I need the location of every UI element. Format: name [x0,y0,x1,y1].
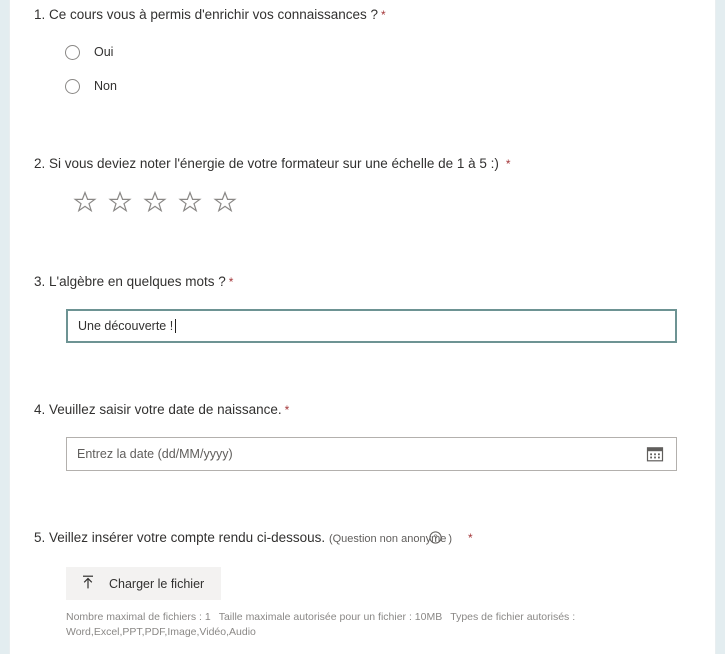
question-4: 4. Veuillez saisir votre date de naissan… [10,401,715,471]
upload-arrow-icon [80,574,96,593]
upload-constraint-max-files: Nombre maximal de fichiers : 1 [66,611,211,623]
upload-constraint-types-value: Word,Excel,PPT,PDF,Image,Vidéo,Audio [66,626,256,638]
question-1-text: Ce cours vous à permis d'enrichir vos co… [49,7,379,22]
question-5-upload-wrap: Charger le fichier [10,567,715,600]
date-input[interactable]: Entrez la date (dd/MM/yyyy) [66,437,677,471]
radio-label-non: Non [94,79,117,93]
radio-option-oui[interactable]: Oui [65,38,715,66]
date-input-placeholder: Entrez la date (dd/MM/yyyy) [77,447,233,461]
question-5-subnote-suffix: ) [448,533,453,545]
question-2: 2. Si vous deviez noter l'énergie de vot… [10,155,715,214]
radio-icon-oui[interactable] [65,44,80,60]
question-3-required-marker: * [228,275,234,289]
upload-file-button-label: Charger le fichier [109,576,205,591]
question-3: 3. L'algèbre en quelques mots ? * Une déc… [10,273,715,343]
question-1-number: 1. [34,7,46,22]
question-1-title: 1. Ce cours vous à permis d'enrichir vos… [10,6,715,24]
question-4-title: 4. Veuillez saisir votre date de naissan… [10,401,715,419]
upload-constraints: Nombre maximal de fichiers : 1 Taille max… [10,610,715,640]
question-4-required-marker: * [284,403,290,417]
question-2-number: 2. [34,156,46,171]
upload-file-button[interactable]: Charger le fichier [66,567,222,600]
form-body: 1. Ce cours vous à permis d'enrichir vos… [10,0,715,654]
question-1: 1. Ce cours vous à permis d'enrichir vos… [10,6,715,100]
right-edge-strip [715,0,725,654]
upload-constraint-types-label: Types de fichier autorisés : [450,611,576,623]
radio-icon-non[interactable] [65,78,80,94]
question-2-required-marker: * [505,157,511,171]
star-icon-4[interactable] [178,190,202,214]
question-2-title: 2. Si vous deviez noter l'énergie de vot… [10,155,715,173]
question-4-number: 4. [34,402,46,417]
calendar-icon[interactable] [644,443,666,465]
left-edge-strip [0,0,10,654]
question-5-required-marker: * [468,531,473,545]
question-3-number: 3. [34,274,46,289]
form-page: 1. Ce cours vous à permis d'enrichir vos… [0,0,725,654]
question-1-options: Oui Non [10,38,715,100]
question-5-number: 5. [34,530,46,545]
question-1-required-marker: * [381,8,386,22]
question-5: 5. Veillez insérer votre compte rendu ci… [10,529,715,640]
question-2-star-rating [10,190,715,214]
star-icon-2[interactable] [108,190,132,214]
star-icon-5[interactable] [213,190,237,214]
answer-text-value: Une découverte ! [78,318,174,333]
svg-text:?: ? [434,534,439,543]
question-5-title: 5. Veillez insérer votre compte rendu ci… [10,529,715,549]
upload-constraint-max-size: Taille maximale autorisée pour un fichie… [218,611,443,623]
radio-option-non[interactable]: Non [65,72,715,100]
star-icon-3[interactable] [143,190,167,214]
question-2-text: Si vous deviez noter l'énergie de votre … [49,156,499,171]
question-3-text: L'algèbre en quelques mots ? [49,274,226,289]
radio-label-oui: Oui [94,45,114,59]
answer-text-input[interactable]: Une découverte ! [66,309,677,343]
question-4-field-wrap: Entrez la date (dd/MM/yyyy) [10,437,715,471]
star-icon-1[interactable] [73,190,97,214]
question-4-text: Veuillez saisir votre date de naissance. [49,402,282,417]
question-3-field-wrap: Une découverte ! [10,309,715,343]
question-5-text: Veillez insérer votre compte rendu ci-de… [49,530,326,545]
text-caret [175,319,177,333]
question-3-title: 3. L'algèbre en quelques mots ? * [10,273,715,291]
